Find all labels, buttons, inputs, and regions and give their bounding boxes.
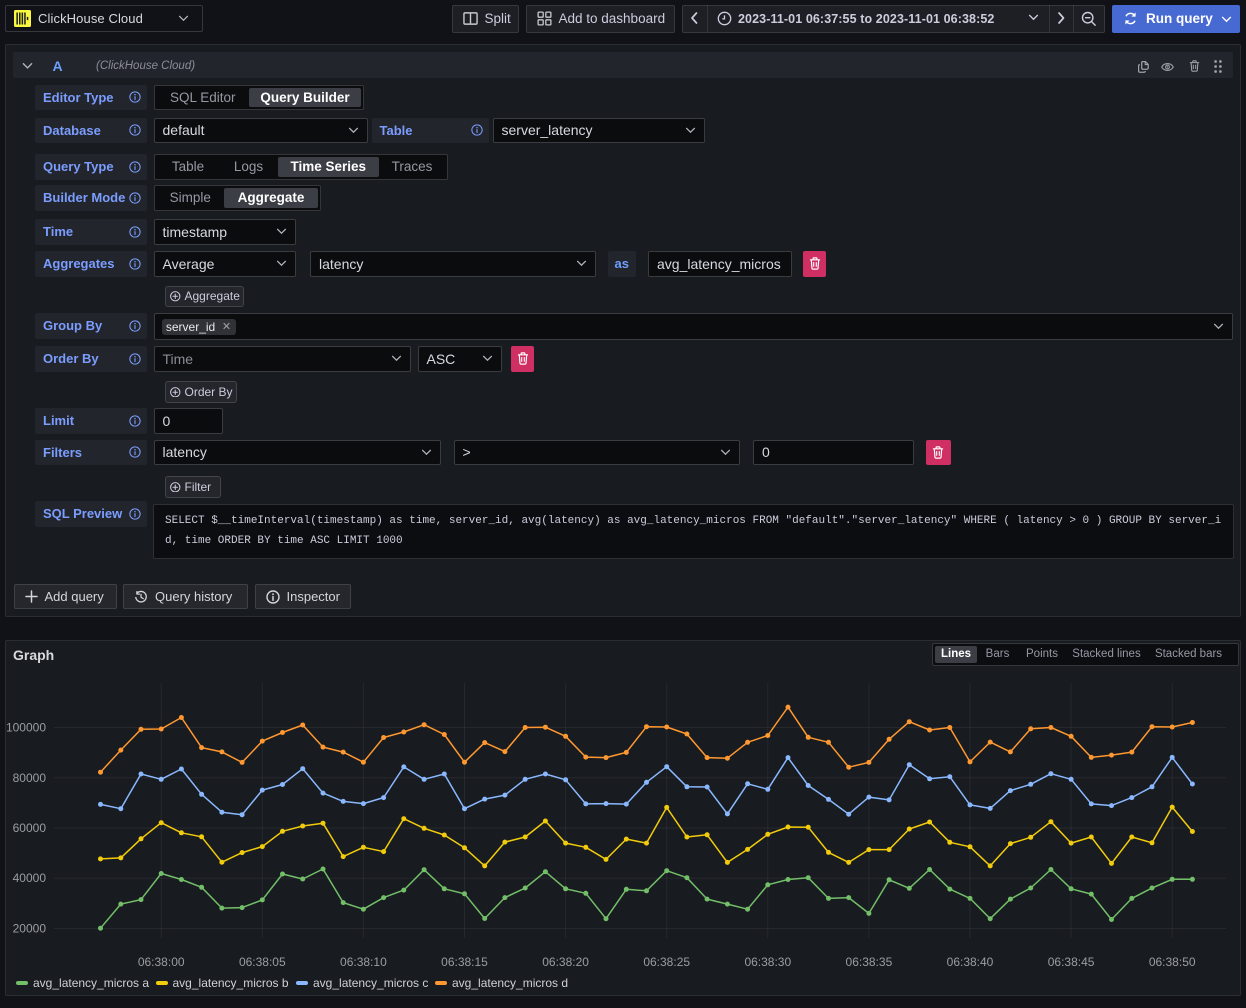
svg-text:20000: 20000 [13, 922, 47, 936]
svg-text:06:38:00: 06:38:00 [138, 955, 185, 969]
svg-text:06:38:20: 06:38:20 [542, 955, 589, 969]
svg-text:06:38:40: 06:38:40 [947, 955, 994, 969]
svg-text:80000: 80000 [13, 771, 47, 785]
svg-text:06:38:15: 06:38:15 [441, 955, 488, 969]
svg-text:100000: 100000 [6, 721, 46, 735]
svg-text:60000: 60000 [13, 821, 47, 835]
svg-text:06:38:10: 06:38:10 [340, 955, 387, 969]
svg-text:06:38:25: 06:38:25 [643, 955, 690, 969]
svg-text:06:38:35: 06:38:35 [846, 955, 893, 969]
svg-text:06:38:30: 06:38:30 [744, 955, 791, 969]
svg-text:06:38:50: 06:38:50 [1149, 955, 1196, 969]
svg-text:40000: 40000 [13, 871, 47, 885]
svg-text:06:38:45: 06:38:45 [1048, 955, 1095, 969]
svg-text:06:38:05: 06:38:05 [239, 955, 286, 969]
